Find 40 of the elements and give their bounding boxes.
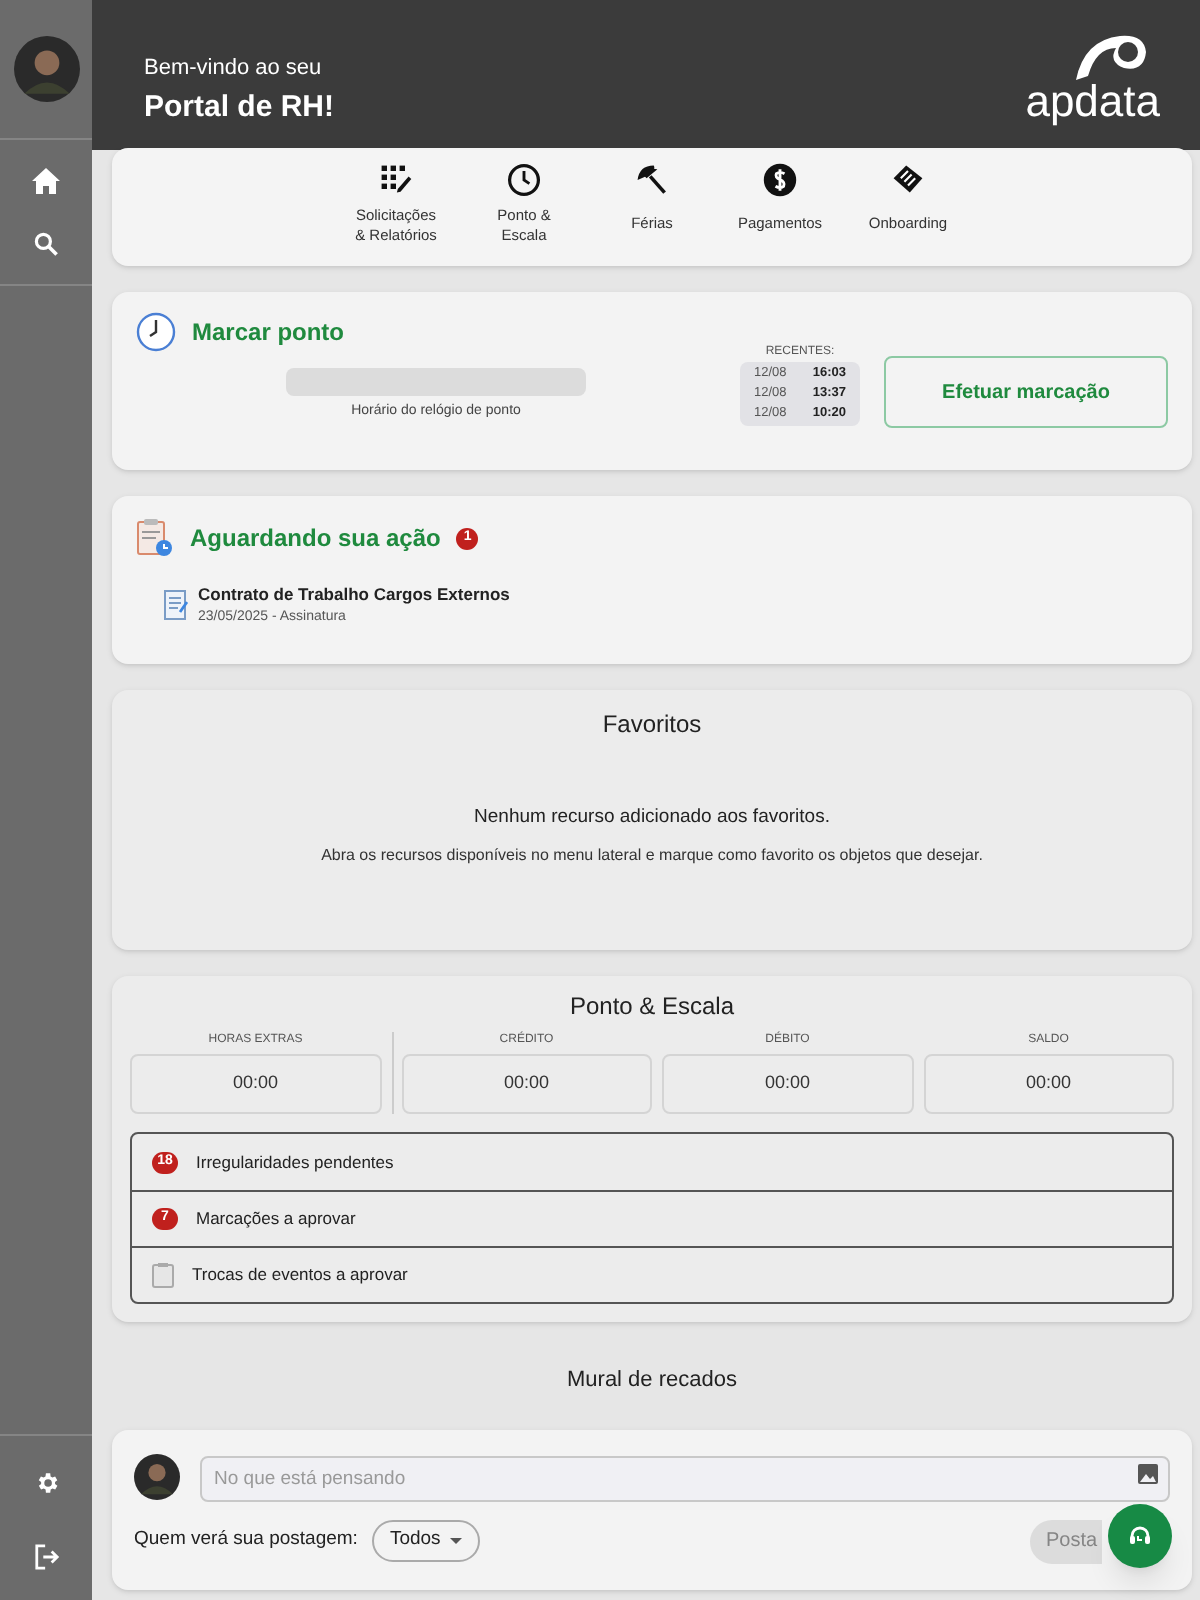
row-label: Irregularidades pendentes: [196, 1149, 394, 1175]
audience-label: Quem verá sua postagem:: [134, 1526, 358, 1555]
grid-icon: [378, 162, 414, 198]
card-title: Marcar ponto: [192, 316, 345, 350]
avatar[interactable]: [13, 36, 79, 102]
logo-text: apdata: [1025, 80, 1160, 124]
card-title: Favoritos: [602, 708, 702, 742]
settings-icon[interactable]: [33, 1470, 59, 1496]
empty-title: Nenhum recurso adicionado aos favoritos.: [474, 804, 830, 832]
list-row[interactable]: Trocas de eventos a aprovar: [132, 1246, 1172, 1302]
caret-icon: [450, 1538, 463, 1544]
headset-icon: [1128, 1524, 1152, 1548]
stat-value: 00:00: [923, 1054, 1174, 1114]
image-icon[interactable]: [1138, 1463, 1158, 1483]
clipboard-icon: [152, 1262, 174, 1288]
clock-in-button[interactable]: Efetuar marcação: [884, 356, 1168, 428]
post-input[interactable]: No que está pensando: [200, 1455, 1170, 1501]
stat-value: 00:00: [401, 1054, 652, 1114]
greeting-text: Bem-vindo ao seu: [144, 54, 324, 84]
clipboard-clock-icon: [136, 518, 174, 558]
section-title: Mural de recados: [567, 1366, 737, 1396]
search-icon[interactable]: [34, 232, 58, 256]
document-link[interactable]: Contrato de Trabalho Cargos Externos: [198, 582, 510, 608]
stat-value: 00:00: [662, 1054, 913, 1114]
clock-icon: [506, 162, 542, 198]
card-title: Aguardando sua ação: [190, 522, 441, 556]
stat-value: 00:00: [130, 1054, 381, 1114]
row-label: Trocas de eventos a aprovar: [192, 1262, 408, 1288]
dollar-icon: [762, 162, 798, 198]
wave-logo-icon: [1072, 32, 1148, 80]
portal-title: Portal de RH!: [144, 87, 335, 127]
clock-icon: [136, 312, 176, 352]
row-label: Marcações a aprovar: [196, 1206, 356, 1232]
logout-icon[interactable]: [33, 1544, 59, 1570]
document-icon: [164, 590, 188, 621]
audience-dropdown[interactable]: Todos: [371, 1520, 481, 1562]
avatar: [134, 1453, 180, 1499]
home-icon[interactable]: [32, 168, 60, 194]
card-title: Ponto & Escala: [569, 990, 735, 1024]
empty-text: Abra os recursos disponíveis no menu lateral e marque como favorito os objetos que desejar.: [321, 844, 983, 869]
